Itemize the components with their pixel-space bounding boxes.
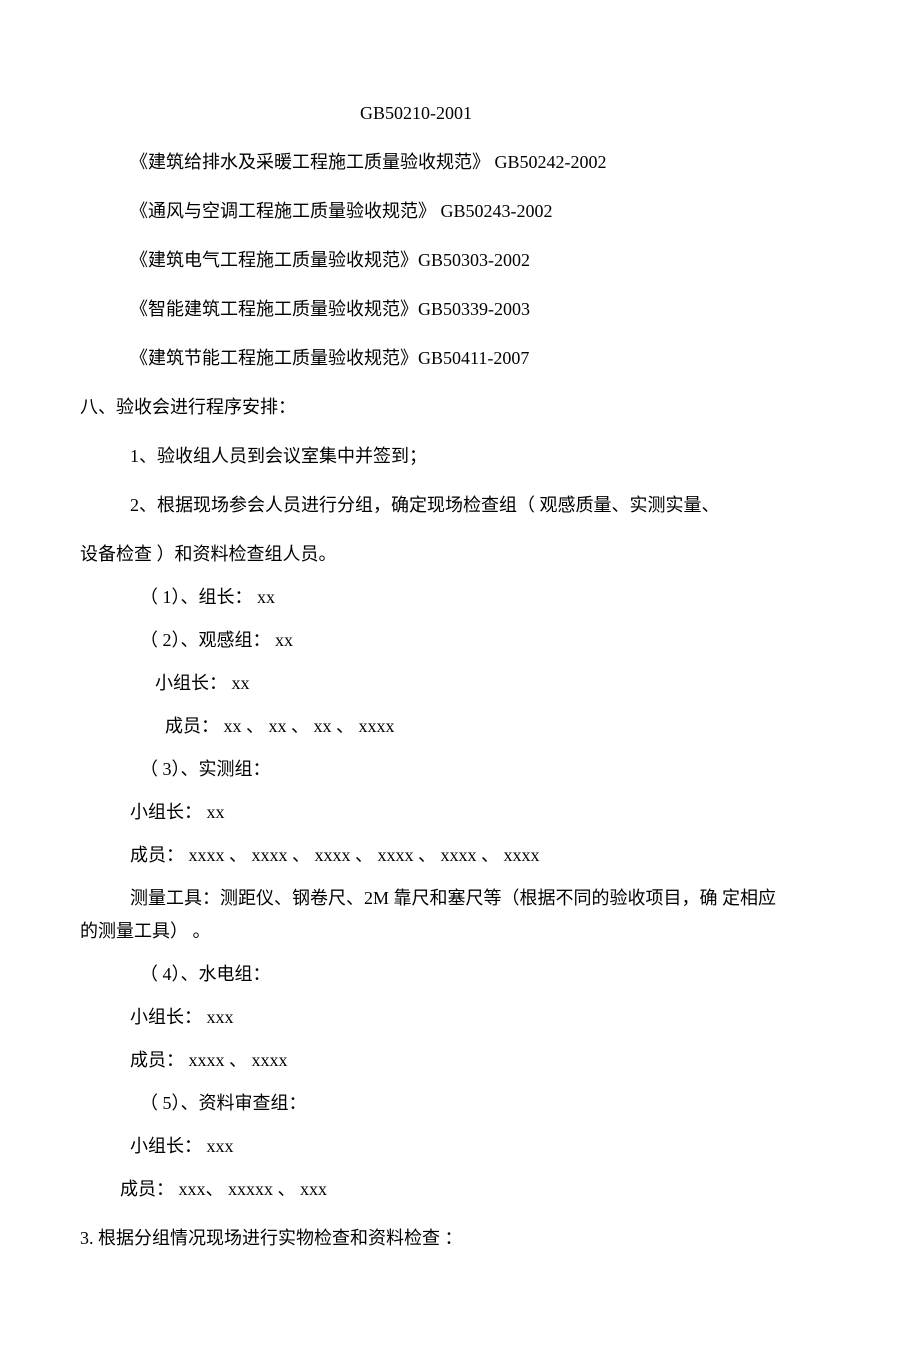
group-2-title: （ 2）、观感组： xx bbox=[80, 627, 840, 654]
group-3-members: 成员： xxxx 、 xxxx 、 xxxx 、 xxxx 、 xxxx 、 x… bbox=[80, 842, 840, 869]
item-1: 1、验收组人员到会议室集中并签到； bbox=[80, 443, 840, 470]
group-4-members: 成员： xxxx 、 xxxx bbox=[80, 1047, 840, 1074]
item-3: 3. 根据分组情况现场进行实物检查和资料检查 ： bbox=[80, 1225, 840, 1252]
group-4-leader: 小组长： xxx bbox=[80, 1004, 840, 1031]
standard-item: 《通风与空调工程施工质量验收规范》 GB50243-2002 bbox=[80, 198, 840, 225]
group-5-members: 成员： xxx、 xxxxx 、 xxx bbox=[80, 1176, 840, 1203]
group-3-title: （ 3）、实测组： bbox=[80, 756, 840, 783]
item-2-part-b: 设备检查 ）和资料检查组人员。 bbox=[80, 541, 840, 568]
group-1-leader: （ 1）、组长： xx bbox=[80, 584, 840, 611]
item-2-part-a: 2、根据现场参会人员进行分组，确定现场检查组（ 观感质量、实测实量、 bbox=[80, 492, 840, 519]
group-3-tools-a: 测量工具：测距仪、钢卷尺、2M 靠尺和塞尺等（根据不同的验收项目，确 定相应 bbox=[80, 885, 840, 912]
group-2-leader: 小组长： xx bbox=[80, 670, 840, 697]
group-5-leader: 小组长： xxx bbox=[80, 1133, 840, 1160]
group-3-leader: 小组长： xx bbox=[80, 799, 840, 826]
standard-item: 《建筑给排水及采暖工程施工质量验收规范》 GB50242-2002 bbox=[80, 149, 840, 176]
standard-item: 《智能建筑工程施工质量验收规范》GB50339-2003 bbox=[80, 296, 840, 323]
standard-item: 《建筑节能工程施工质量验收规范》GB50411-2007 bbox=[80, 345, 840, 372]
group-3-tools-b: 的测量工具） 。 bbox=[80, 918, 840, 945]
header-code: GB50210-2001 bbox=[80, 100, 840, 127]
section-8-title: 八、验收会进行程序安排： bbox=[80, 394, 840, 421]
group-5-title: （ 5）、资料审查组： bbox=[80, 1090, 840, 1117]
group-2-members: 成员： xx 、 xx 、 xx 、 xxxx bbox=[80, 713, 840, 740]
standard-item: 《建筑电气工程施工质量验收规范》GB50303-2002 bbox=[80, 247, 840, 274]
group-4-title: （ 4）、水电组： bbox=[80, 961, 840, 988]
